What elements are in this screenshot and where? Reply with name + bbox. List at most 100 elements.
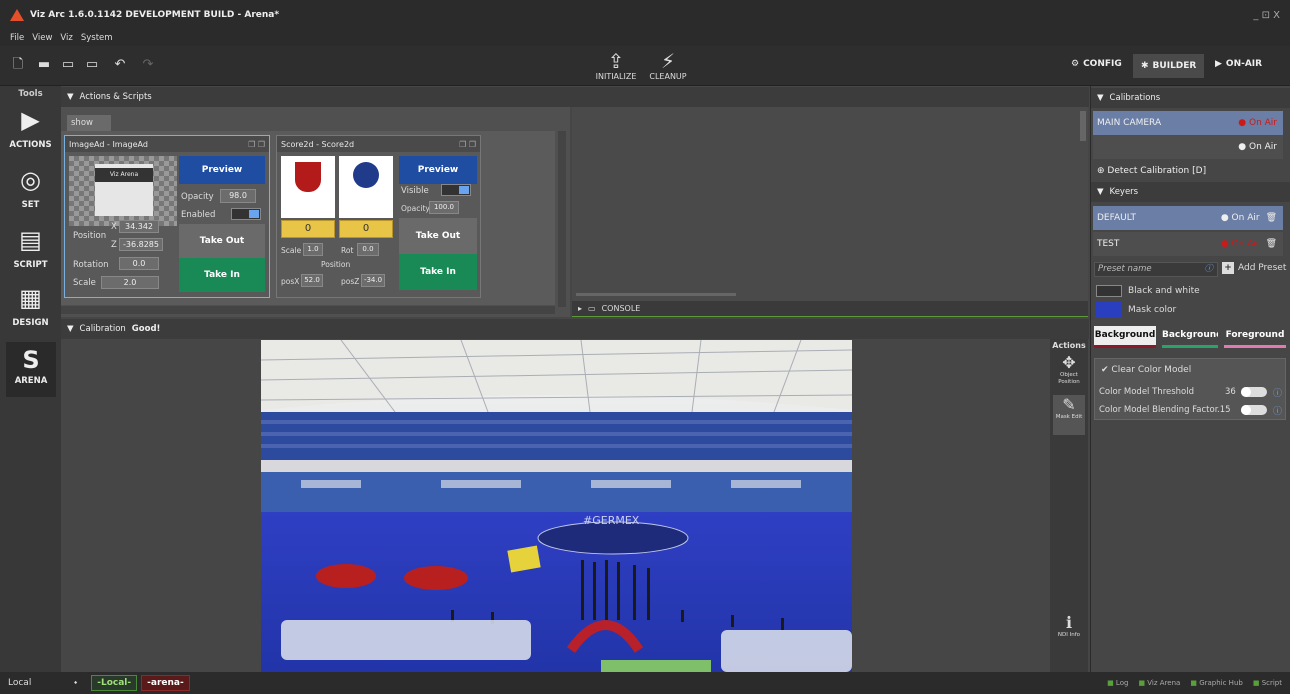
score2d-opacity-field[interactable]: 100.0	[429, 201, 459, 214]
imagead-z-field[interactable]: -36.8285	[119, 238, 163, 251]
window-controls[interactable]: _ ⊡ X	[1253, 10, 1280, 21]
viz-arena-status[interactable]: ■ Viz Arena	[1138, 679, 1180, 687]
menu-file[interactable]: File	[10, 33, 24, 43]
imagead-take-in-button[interactable]: Take In	[179, 258, 265, 292]
new-file-icon[interactable]: 🗋	[10, 58, 26, 72]
object-position-button[interactable]: ✥ Object Position	[1053, 353, 1085, 393]
score2d-posz-field[interactable]: -34.0	[361, 274, 385, 287]
blending-value: .15	[1217, 405, 1231, 415]
score2d-card[interactable]: Score2d - Score2d ❐ ❐ 0 0 Preview Visibl…	[276, 135, 481, 298]
graphic-hub-status[interactable]: ■ Graphic Hub	[1190, 679, 1243, 687]
keyer-test[interactable]: TEST ● On Air 🗑	[1093, 232, 1283, 256]
horizontal-scrollbar[interactable]	[61, 306, 555, 314]
actions-panel-header[interactable]: ▼ Actions & Scripts	[61, 87, 1089, 107]
open-folder-icon[interactable]: ▬	[36, 58, 52, 72]
console-label: CONSOLE	[601, 304, 641, 313]
calibrations-header[interactable]: ▼ Calibrations	[1091, 88, 1290, 108]
vertical-scrollbar[interactable]	[558, 131, 566, 307]
tab-foreground[interactable]: Foreground	[1224, 326, 1286, 348]
on-air-text: On Air	[1248, 142, 1277, 152]
away-score-field[interactable]: 0	[339, 220, 393, 238]
imagead-enabled-toggle[interactable]	[231, 208, 261, 220]
imagead-scale-field[interactable]: 2.0	[101, 276, 159, 289]
clear-color-model-button[interactable]: ✔ Clear Color Model	[1101, 365, 1191, 375]
cleanup-button[interactable]: ⚡ CLEANUP	[643, 50, 693, 81]
calibration-panel-header[interactable]: ▼ Calibration Good!	[61, 319, 1089, 339]
imagead-card[interactable]: ImageAd - ImageAd ❐ ❐ Viz Arena Preview …	[64, 135, 270, 298]
score2d-take-in-button[interactable]: Take In	[399, 254, 477, 290]
tool-script[interactable]: ▤ SCRIPT	[0, 226, 61, 270]
log-status[interactable]: ■ Log	[1107, 679, 1128, 687]
save-icon[interactable]: ▭	[60, 58, 76, 72]
builder-label: BUILDER	[1152, 61, 1197, 71]
select-arrow-icon[interactable]: ⬩	[74, 678, 77, 688]
imagead-rotation-field[interactable]: 0.0	[119, 257, 159, 270]
score2d-visible-toggle[interactable]	[441, 184, 471, 196]
calibration-main-camera[interactable]: MAIN CAMERA ● On Air	[1093, 111, 1283, 135]
imagead-card-header: ImageAd - ImageAd ❐ ❐	[65, 136, 269, 152]
score2d-preview-button[interactable]: Preview	[399, 156, 477, 184]
calibration-row-2[interactable]: ● On Air	[1093, 135, 1283, 159]
imagead-take-out-button[interactable]: Take Out	[179, 224, 265, 258]
home-score-field[interactable]: 0	[281, 220, 335, 238]
imagead-thumbnail: Viz Arena	[69, 156, 177, 226]
toggle-knob	[249, 210, 259, 218]
camera-viewport[interactable]: #GERMEX	[261, 340, 852, 672]
trash-icon[interactable]: 🗑	[1266, 213, 1277, 223]
console-bar[interactable]: ▸ ▭ CONSOLE	[572, 301, 1088, 317]
tool-set[interactable]: ◎ SET	[0, 166, 61, 210]
stadium-image: #GERMEX	[261, 340, 852, 672]
save-as-icon[interactable]: ▭	[84, 58, 100, 72]
config-button[interactable]: ⚙ CONFIG	[1071, 59, 1122, 69]
on-air-button[interactable]: ▶ ON-AIR	[1215, 59, 1262, 69]
keyer-default[interactable]: DEFAULT ● On Air 🗑	[1093, 206, 1283, 230]
mask-color-row[interactable]: Mask color	[1096, 302, 1176, 318]
initialize-button[interactable]: ⇪ INITIALIZE	[591, 50, 641, 81]
profile-select[interactable]: Local	[8, 678, 70, 688]
script-h-scrollbar[interactable]	[576, 293, 736, 296]
local-tag[interactable]: -Local-	[91, 675, 138, 691]
score2d-take-out-button[interactable]: Take Out	[399, 218, 477, 254]
blending-slider[interactable]	[1241, 405, 1267, 415]
add-preset-button[interactable]: + Add Preset	[1222, 262, 1286, 274]
tab-background-2[interactable]: Background	[1162, 326, 1218, 348]
keyer-onair[interactable]: ● On Air	[1221, 213, 1260, 223]
script-area[interactable]	[572, 107, 1088, 301]
menu-system[interactable]: System	[81, 33, 113, 43]
imagead-opacity-field[interactable]: 98.0	[220, 189, 256, 203]
black-white-toggle[interactable]	[1096, 285, 1122, 297]
tab-show[interactable]: show	[67, 115, 111, 131]
menu-viz[interactable]: Viz	[60, 33, 72, 43]
undo-icon[interactable]: ↶	[112, 58, 128, 72]
redo-icon[interactable]: ↷	[140, 58, 156, 72]
menu-view[interactable]: View	[32, 33, 52, 43]
score2d-posx-field[interactable]: 52.0	[301, 274, 323, 287]
imagead-x-field[interactable]: 34.342	[119, 220, 159, 233]
card-window-icon[interactable]: ❐ ❐	[248, 140, 265, 149]
tool-arena[interactable]: S ARENA	[6, 342, 56, 397]
tab-background-1[interactable]: Background	[1094, 326, 1156, 348]
script-status[interactable]: ■ Script	[1253, 679, 1282, 687]
main-camera-onair[interactable]: ● On Air	[1238, 118, 1277, 128]
arena-tag[interactable]: -arena-	[141, 675, 190, 691]
trash-icon[interactable]: 🗑	[1266, 239, 1277, 249]
card-window-icon[interactable]: ❐ ❐	[459, 140, 476, 149]
score2d-scale-field[interactable]: 1.0	[303, 243, 323, 256]
keyer-onair[interactable]: ● On Air	[1221, 239, 1260, 249]
preset-name-input[interactable]: Preset name ⓘ	[1094, 262, 1218, 277]
score2d-rot-field[interactable]: 0.0	[357, 243, 379, 256]
script-scrollbar[interactable]	[1080, 111, 1086, 141]
threshold-slider[interactable]	[1241, 387, 1267, 397]
mask-color-swatch[interactable]	[1096, 302, 1122, 318]
mask-edit-button[interactable]: ✎ Mask Edit	[1053, 395, 1085, 435]
ndi-info-button[interactable]: ℹ NDI Info	[1053, 613, 1085, 649]
tool-design[interactable]: ▦ DESIGN	[0, 284, 61, 328]
imagead-preview-button[interactable]: Preview	[179, 156, 265, 184]
detect-calibration-button[interactable]: ⊕ Detect Calibration [D]	[1093, 159, 1283, 183]
tool-actions[interactable]: ▶ ACTIONS	[0, 106, 61, 150]
calibration-2-onair[interactable]: ● On Air	[1238, 142, 1277, 152]
keyers-header[interactable]: ▼ Keyers	[1091, 182, 1290, 202]
console-icon: ▭	[588, 304, 596, 313]
builder-button[interactable]: ✱ BUILDER	[1133, 54, 1205, 78]
black-white-toggle-row[interactable]: Black and white	[1096, 285, 1200, 297]
